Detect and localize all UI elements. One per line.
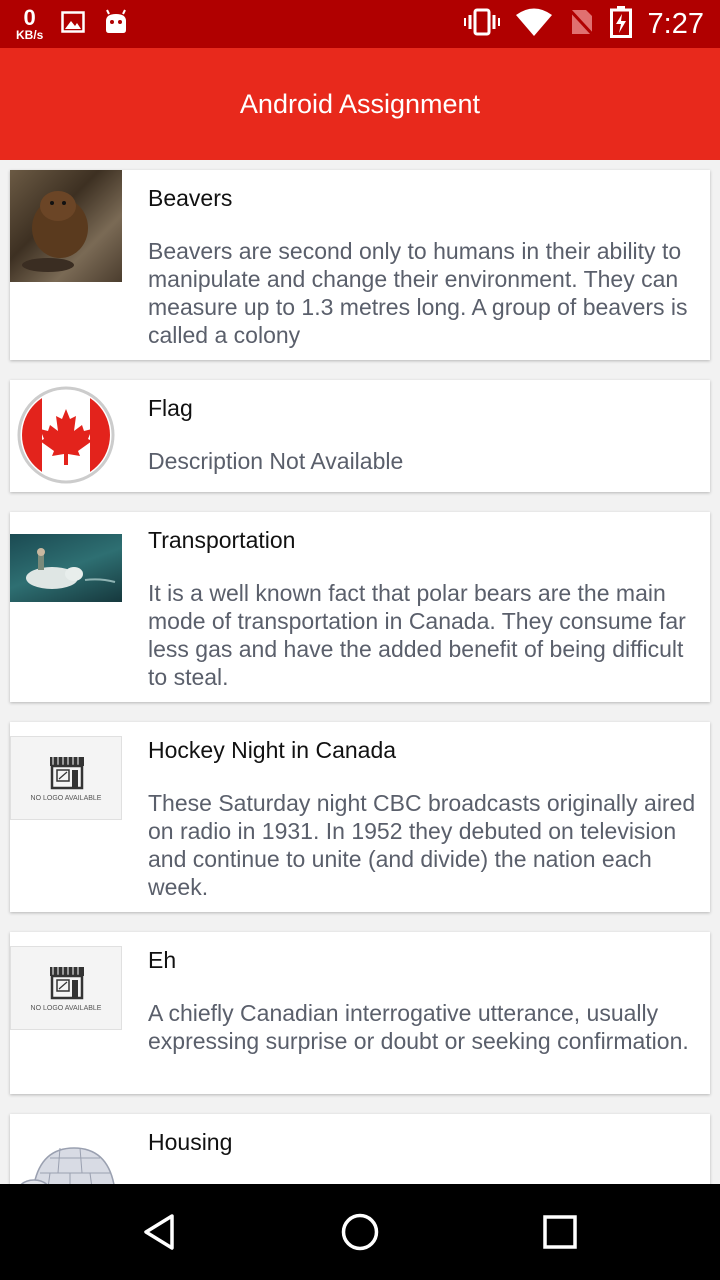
item-title: Eh xyxy=(148,947,177,973)
canada-flag-badge xyxy=(10,385,122,485)
item-description: Beavers are second only to humans in the… xyxy=(148,238,688,348)
placeholder-text: NO LOGO AVAILABLE xyxy=(30,795,102,802)
no-logo-placeholder: NO LOGO AVAILABLE xyxy=(10,946,122,1030)
beaver-photo xyxy=(10,170,122,282)
vibrate-icon xyxy=(463,7,500,42)
app-toolbar: Android Assignment xyxy=(0,48,720,160)
list-item-hockey-night[interactable]: NO LOGO AVAILABLE Hockey Night in Canada… xyxy=(10,722,710,912)
item-description: A chiefly Canadian interrogative utteran… xyxy=(148,1000,689,1054)
placeholder-text: NO LOGO AVAILABLE xyxy=(30,1005,102,1012)
igloo-image xyxy=(10,1128,122,1184)
list-item-beavers[interactable]: Beavers Beavers are second only to human… xyxy=(10,170,710,360)
image-icon xyxy=(61,10,86,39)
navigation-bar xyxy=(0,1184,720,1280)
storefront-icon xyxy=(50,967,84,1000)
no-sim-icon xyxy=(567,7,594,41)
storefront-icon xyxy=(50,757,84,790)
recents-icon xyxy=(543,1215,577,1249)
item-description: These Saturday night CBC broadcasts orig… xyxy=(148,790,696,900)
polar-bear-photo xyxy=(10,534,122,602)
status-bar: 0 KB/s 7:27 xyxy=(0,0,720,48)
no-logo-placeholder: NO LOGO AVAILABLE xyxy=(10,736,122,820)
home-button[interactable] xyxy=(300,1184,420,1280)
clock: 7:27 xyxy=(647,7,704,40)
list-item-flag[interactable]: Flag Description Not Available xyxy=(10,380,710,492)
network-speed-value: 0 xyxy=(23,5,36,30)
network-speed: 0 KB/s xyxy=(16,5,44,42)
item-title: Beavers xyxy=(148,185,233,211)
app-title: Android Assignment xyxy=(239,88,481,119)
item-title: Flag xyxy=(148,395,193,421)
android-icon xyxy=(103,9,129,40)
item-list[interactable]: Beavers Beavers are second only to human… xyxy=(0,160,720,1184)
item-title: Housing xyxy=(148,1129,233,1155)
list-item-housing[interactable]: Housing xyxy=(10,1114,710,1184)
wifi-icon xyxy=(515,8,552,41)
network-speed-unit: KB/s xyxy=(16,28,44,42)
list-item-eh[interactable]: NO LOGO AVAILABLE Eh A chiefly Canadian … xyxy=(10,932,710,1094)
home-icon xyxy=(341,1213,379,1251)
recents-button[interactable] xyxy=(500,1184,620,1280)
item-description: Description Not Available xyxy=(148,448,404,474)
back-button[interactable] xyxy=(100,1184,220,1280)
item-description: It is a well known fact that polar bears… xyxy=(148,580,686,690)
list-item-transportation[interactable]: Transportation It is a well known fact t… xyxy=(10,512,710,702)
item-title: Transportation xyxy=(148,527,296,553)
item-title: Hockey Night in Canada xyxy=(148,737,397,763)
back-icon xyxy=(144,1214,174,1250)
battery-charging-icon xyxy=(609,5,632,43)
